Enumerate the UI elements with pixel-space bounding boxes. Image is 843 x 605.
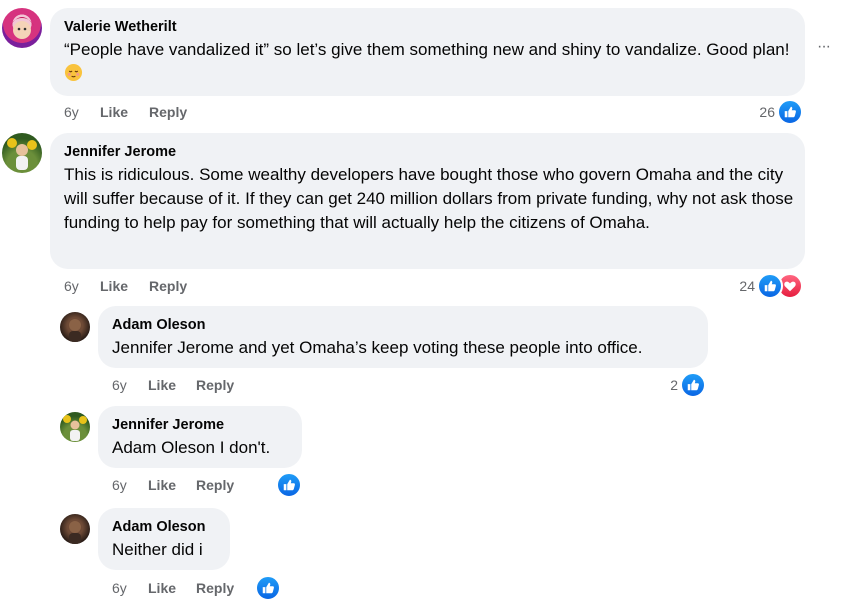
reply-timestamp[interactable]: 6y bbox=[112, 477, 127, 493]
like-button[interactable]: Like bbox=[148, 580, 176, 596]
profile-photo-icon bbox=[63, 415, 87, 441]
reply-button[interactable]: Reply bbox=[196, 377, 234, 393]
avatar[interactable] bbox=[60, 514, 90, 544]
reply-text: Adam Oleson I don't. bbox=[112, 438, 271, 457]
like-icon[interactable] bbox=[680, 372, 706, 398]
comment-text: This is ridiculous. Some wealthy develop… bbox=[64, 165, 794, 232]
like-button[interactable]: Like bbox=[100, 278, 128, 294]
avatar[interactable] bbox=[2, 133, 42, 173]
profile-photo-icon bbox=[10, 17, 34, 39]
reply-button[interactable]: Reply bbox=[196, 580, 234, 596]
relieved-face-emoji bbox=[64, 63, 83, 89]
like-icon[interactable] bbox=[777, 99, 803, 125]
like-button[interactable]: Like bbox=[100, 104, 128, 120]
reaction-count[interactable]: 2 bbox=[640, 377, 678, 393]
reaction-count[interactable]: 26 bbox=[740, 104, 775, 120]
reply-author[interactable]: Jennifer Jerome bbox=[112, 417, 224, 433]
profile-photo-icon bbox=[69, 521, 81, 544]
reply-timestamp[interactable]: 6y bbox=[112, 580, 127, 596]
avatar[interactable] bbox=[60, 412, 90, 442]
comment-timestamp[interactable]: 6y bbox=[64, 104, 79, 120]
reply-author[interactable]: Adam Oleson bbox=[112, 317, 205, 333]
reply-button[interactable]: Reply bbox=[149, 104, 187, 120]
like-icon[interactable] bbox=[255, 575, 281, 601]
more-options-icon[interactable]: ··· bbox=[817, 38, 831, 56]
profile-photo-icon bbox=[7, 138, 37, 170]
reply-text: Jennifer Jerome and yet Omaha’s keep vot… bbox=[112, 338, 643, 357]
comment-author[interactable]: Valerie Wetherilt bbox=[64, 19, 177, 35]
avatar[interactable] bbox=[60, 312, 90, 342]
reply-text: Neither did i bbox=[112, 540, 203, 559]
like-icon[interactable] bbox=[757, 273, 783, 299]
like-button[interactable]: Like bbox=[148, 477, 176, 493]
comment-timestamp[interactable]: 6y bbox=[64, 278, 79, 294]
reaction-count[interactable]: 24 bbox=[720, 278, 755, 294]
reply-button[interactable]: Reply bbox=[149, 278, 187, 294]
reply-timestamp[interactable]: 6y bbox=[112, 377, 127, 393]
reply-button[interactable]: Reply bbox=[196, 477, 234, 493]
reply-author[interactable]: Adam Oleson bbox=[112, 519, 205, 535]
like-icon[interactable] bbox=[276, 472, 302, 498]
comment-author[interactable]: Jennifer Jerome bbox=[64, 144, 176, 160]
comment-text: “People have vandalized it” so let’s giv… bbox=[64, 38, 794, 89]
profile-photo-icon bbox=[69, 319, 81, 342]
like-button[interactable]: Like bbox=[148, 377, 176, 393]
avatar[interactable] bbox=[2, 8, 42, 48]
